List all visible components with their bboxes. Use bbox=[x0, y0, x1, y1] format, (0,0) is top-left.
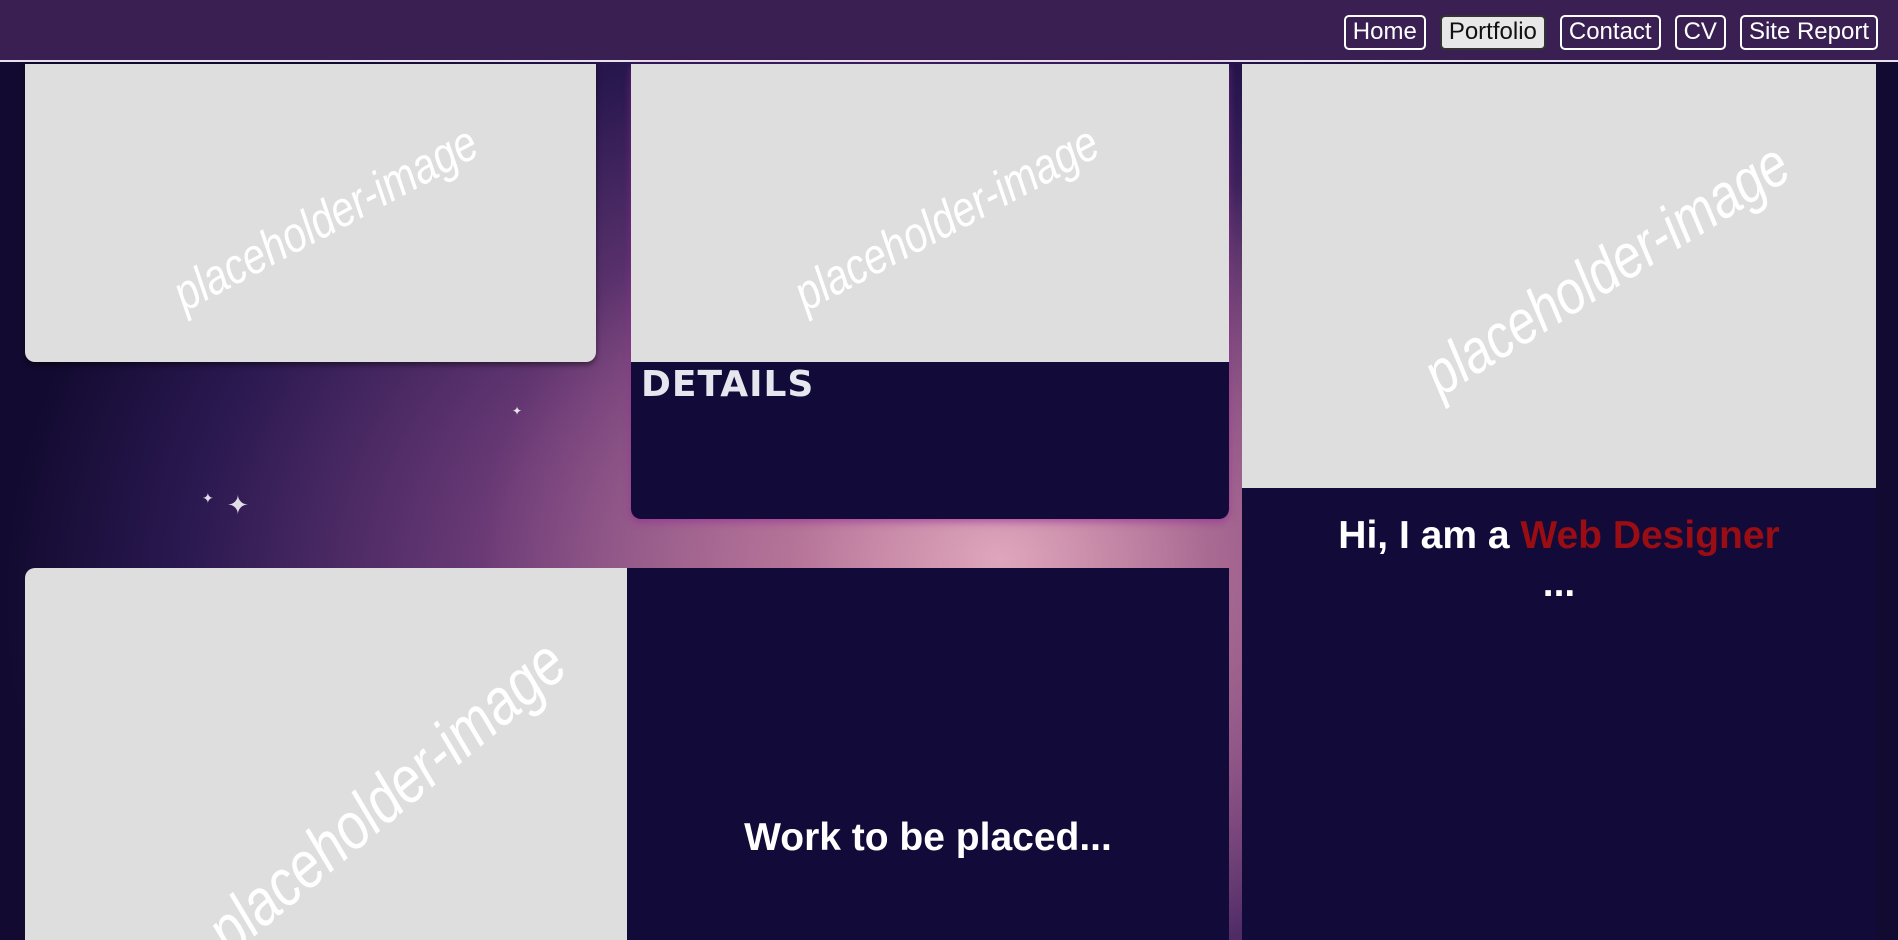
nav-menu: Home Portfolio Contact CV Site Report bbox=[1343, 15, 1878, 50]
work-panel: Work to be placed... bbox=[627, 568, 1229, 940]
placeholder-image-label: placeholder-image bbox=[784, 114, 1108, 322]
star-decoration: ✦ bbox=[227, 490, 249, 520]
intro-prefix: Hi, I am a bbox=[1338, 514, 1521, 557]
nav-portfolio-button[interactable]: Portfolio bbox=[1439, 15, 1546, 50]
top-navbar: Home Portfolio Contact CV Site Report bbox=[0, 0, 1898, 62]
intro-card: placeholder-image Hi, I am a Web Designe… bbox=[1242, 64, 1876, 940]
intro-role: Web Designer bbox=[1520, 514, 1780, 557]
placeholder-image-label: placeholder-image bbox=[191, 624, 580, 940]
nav-cv-button[interactable]: CV bbox=[1674, 15, 1726, 50]
intro-panel: Hi, I am a Web Designer ... bbox=[1242, 488, 1876, 940]
details-label: DETAILS bbox=[641, 364, 815, 405]
placeholder-image-label: placeholder-image bbox=[163, 114, 487, 322]
placeholder-image: placeholder-image bbox=[25, 64, 596, 362]
star-decoration: ✦ bbox=[202, 490, 214, 506]
details-panel: DETAILS bbox=[631, 362, 1229, 519]
intro-suffix: ... bbox=[1542, 562, 1576, 605]
star-decoration: ✦ bbox=[512, 404, 523, 418]
portfolio-card-work[interactable]: placeholder-image Work to be placed... bbox=[25, 568, 1229, 940]
portfolio-card-details[interactable]: placeholder-image DETAILS bbox=[631, 64, 1229, 519]
intro-heading: Hi, I am a Web Designer ... bbox=[1242, 512, 1876, 608]
placeholder-image: placeholder-image bbox=[25, 568, 627, 940]
nav-site-report-button[interactable]: Site Report bbox=[1739, 15, 1878, 50]
portfolio-card-1[interactable]: placeholder-image bbox=[25, 64, 596, 362]
placeholder-image: placeholder-image bbox=[631, 64, 1229, 362]
nav-contact-button[interactable]: Contact bbox=[1559, 15, 1661, 50]
work-placeholder-text: Work to be placed... bbox=[744, 816, 1112, 859]
placeholder-image: placeholder-image bbox=[1242, 64, 1876, 488]
placeholder-image-label: placeholder-image bbox=[1411, 129, 1802, 410]
nav-home-button[interactable]: Home bbox=[1343, 15, 1426, 50]
